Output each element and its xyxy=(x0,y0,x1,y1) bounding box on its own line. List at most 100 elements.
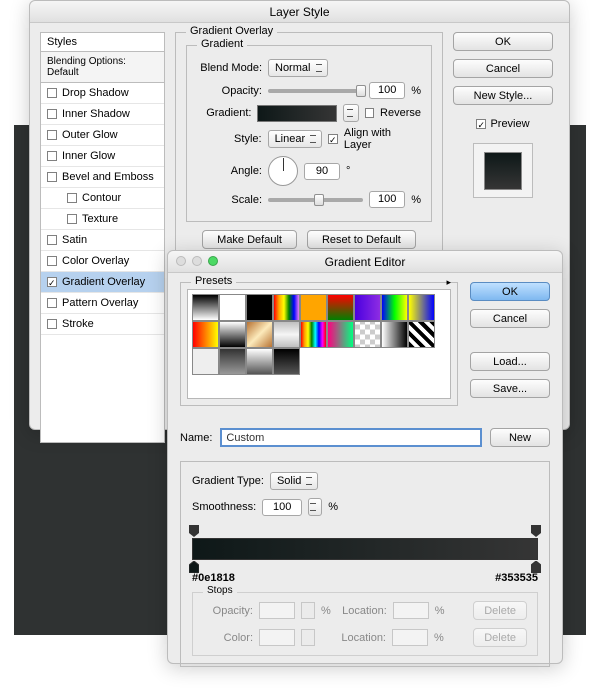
opacity-stop-left[interactable] xyxy=(189,525,199,537)
gradient-bar[interactable] xyxy=(192,538,538,560)
stops-title: Stops xyxy=(203,585,237,596)
ge-save-button[interactable]: Save... xyxy=(470,379,550,398)
preset-swatch-16[interactable] xyxy=(381,321,408,348)
preset-swatch-9[interactable] xyxy=(192,321,219,348)
close-window-icon[interactable] xyxy=(176,256,186,266)
effect-checkbox[interactable] xyxy=(47,277,57,287)
gradient-swatch[interactable] xyxy=(257,105,337,122)
effect-checkbox[interactable] xyxy=(47,172,57,182)
effect-checkbox[interactable] xyxy=(47,298,57,308)
gradient-type-select[interactable]: Solid xyxy=(270,472,318,490)
reverse-label: Reverse xyxy=(380,107,421,119)
stop-color-stepper xyxy=(301,629,315,646)
preset-swatch-20[interactable] xyxy=(246,348,273,375)
name-input[interactable]: Custom xyxy=(220,428,482,447)
minimize-window-icon[interactable] xyxy=(192,256,202,266)
preset-swatch-5[interactable] xyxy=(327,294,354,321)
gradient-subtitle: Gradient xyxy=(197,38,247,50)
delete-color-stop-button: Delete xyxy=(473,628,527,647)
angle-unit: ° xyxy=(346,165,350,177)
angle-label: Angle: xyxy=(197,165,262,177)
ge-load-button[interactable]: Load... xyxy=(470,352,550,371)
blending-options-row[interactable]: Blending Options: Default xyxy=(40,51,165,83)
preset-swatch-11[interactable] xyxy=(246,321,273,348)
ge-cancel-button[interactable]: Cancel xyxy=(470,309,550,328)
preset-swatch-1[interactable] xyxy=(219,294,246,321)
preset-swatch-12[interactable] xyxy=(273,321,300,348)
effect-row-contour[interactable]: Contour xyxy=(41,188,164,209)
preset-swatch-3[interactable] xyxy=(273,294,300,321)
zoom-window-icon[interactable] xyxy=(208,256,218,266)
preset-swatch-7[interactable] xyxy=(381,294,408,321)
effect-row-drop-shadow[interactable]: Drop Shadow xyxy=(41,83,164,104)
opacity-stop-right[interactable] xyxy=(531,525,541,537)
preset-swatch-10[interactable] xyxy=(219,321,246,348)
reset-default-button[interactable]: Reset to Default xyxy=(307,230,416,249)
preset-swatch-15[interactable] xyxy=(354,321,381,348)
smoothness-value[interactable]: 100 xyxy=(262,499,302,516)
angle-dial[interactable] xyxy=(268,156,298,186)
effect-checkbox[interactable] xyxy=(47,130,57,140)
preview-checkbox[interactable] xyxy=(476,119,486,129)
angle-value[interactable]: 90 xyxy=(304,163,340,180)
stop-location-unit-1: % xyxy=(435,605,445,617)
preset-swatch-19[interactable] xyxy=(219,348,246,375)
effect-checkbox[interactable] xyxy=(47,151,57,161)
scale-slider[interactable] xyxy=(268,198,363,202)
new-preset-button[interactable]: New xyxy=(490,428,550,447)
effect-row-pattern-overlay[interactable]: Pattern Overlay xyxy=(41,293,164,314)
effect-row-color-overlay[interactable]: Color Overlay xyxy=(41,251,164,272)
effect-row-inner-glow[interactable]: Inner Glow xyxy=(41,146,164,167)
effect-checkbox[interactable] xyxy=(47,319,57,329)
reverse-checkbox[interactable] xyxy=(365,108,374,118)
effect-checkbox[interactable] xyxy=(67,193,77,203)
effect-checkbox[interactable] xyxy=(47,256,57,266)
opacity-slider[interactable] xyxy=(268,89,363,93)
scale-value[interactable]: 100 xyxy=(369,191,405,208)
cancel-button[interactable]: Cancel xyxy=(453,59,553,78)
effect-row-outer-glow[interactable]: Outer Glow xyxy=(41,125,164,146)
effect-row-satin[interactable]: Satin xyxy=(41,230,164,251)
opacity-label: Opacity: xyxy=(197,85,262,97)
effect-row-texture[interactable]: Texture xyxy=(41,209,164,230)
preset-swatch-2[interactable] xyxy=(246,294,273,321)
smoothness-stepper[interactable] xyxy=(308,498,322,516)
preset-swatch-8[interactable] xyxy=(408,294,435,321)
preset-swatch-21[interactable] xyxy=(273,348,300,375)
stop-opacity-value xyxy=(259,602,295,619)
color-stop-left[interactable] xyxy=(189,561,199,573)
effect-checkbox[interactable] xyxy=(47,88,57,98)
effect-checkbox[interactable] xyxy=(67,214,77,224)
preset-swatch-14[interactable] xyxy=(327,321,354,348)
gradient-overlay-panel: Gradient Overlay Gradient Blend Mode: No… xyxy=(175,32,443,258)
styles-header[interactable]: Styles xyxy=(40,32,165,51)
effect-row-gradient-overlay[interactable]: Gradient Overlay xyxy=(41,272,164,293)
gradient-editor-title: Gradient Editor xyxy=(168,251,562,273)
preset-swatch-13[interactable] xyxy=(300,321,327,348)
effect-checkbox[interactable] xyxy=(47,235,57,245)
align-checkbox[interactable] xyxy=(328,134,338,144)
effect-checkbox[interactable] xyxy=(47,109,57,119)
style-select[interactable]: Linear xyxy=(268,130,322,148)
effect-label: Pattern Overlay xyxy=(62,297,138,309)
ge-ok-button[interactable]: OK xyxy=(470,282,550,301)
effect-row-bevel-and-emboss[interactable]: Bevel and Emboss xyxy=(41,167,164,188)
gradient-picker-arrow[interactable] xyxy=(343,104,359,122)
preset-swatch-6[interactable] xyxy=(354,294,381,321)
blend-mode-select[interactable]: Normal xyxy=(268,59,328,77)
make-default-button[interactable]: Make Default xyxy=(202,230,297,249)
preset-swatch-4[interactable] xyxy=(300,294,327,321)
presets-menu-icon[interactable]: ▸ xyxy=(446,277,451,288)
effect-row-stroke[interactable]: Stroke xyxy=(41,314,164,335)
new-style-button[interactable]: New Style... xyxy=(453,86,553,105)
ok-button[interactable]: OK xyxy=(453,32,553,51)
right-stop-hex: #353535 xyxy=(495,572,538,584)
opacity-value[interactable]: 100 xyxy=(369,82,405,99)
preset-swatch-18[interactable] xyxy=(192,348,219,375)
preset-swatch-0[interactable] xyxy=(192,294,219,321)
effect-label: Inner Shadow xyxy=(62,108,130,120)
color-stop-right[interactable] xyxy=(531,561,541,573)
effect-row-inner-shadow[interactable]: Inner Shadow xyxy=(41,104,164,125)
preset-swatch-17[interactable] xyxy=(408,321,435,348)
scale-unit: % xyxy=(411,194,421,206)
